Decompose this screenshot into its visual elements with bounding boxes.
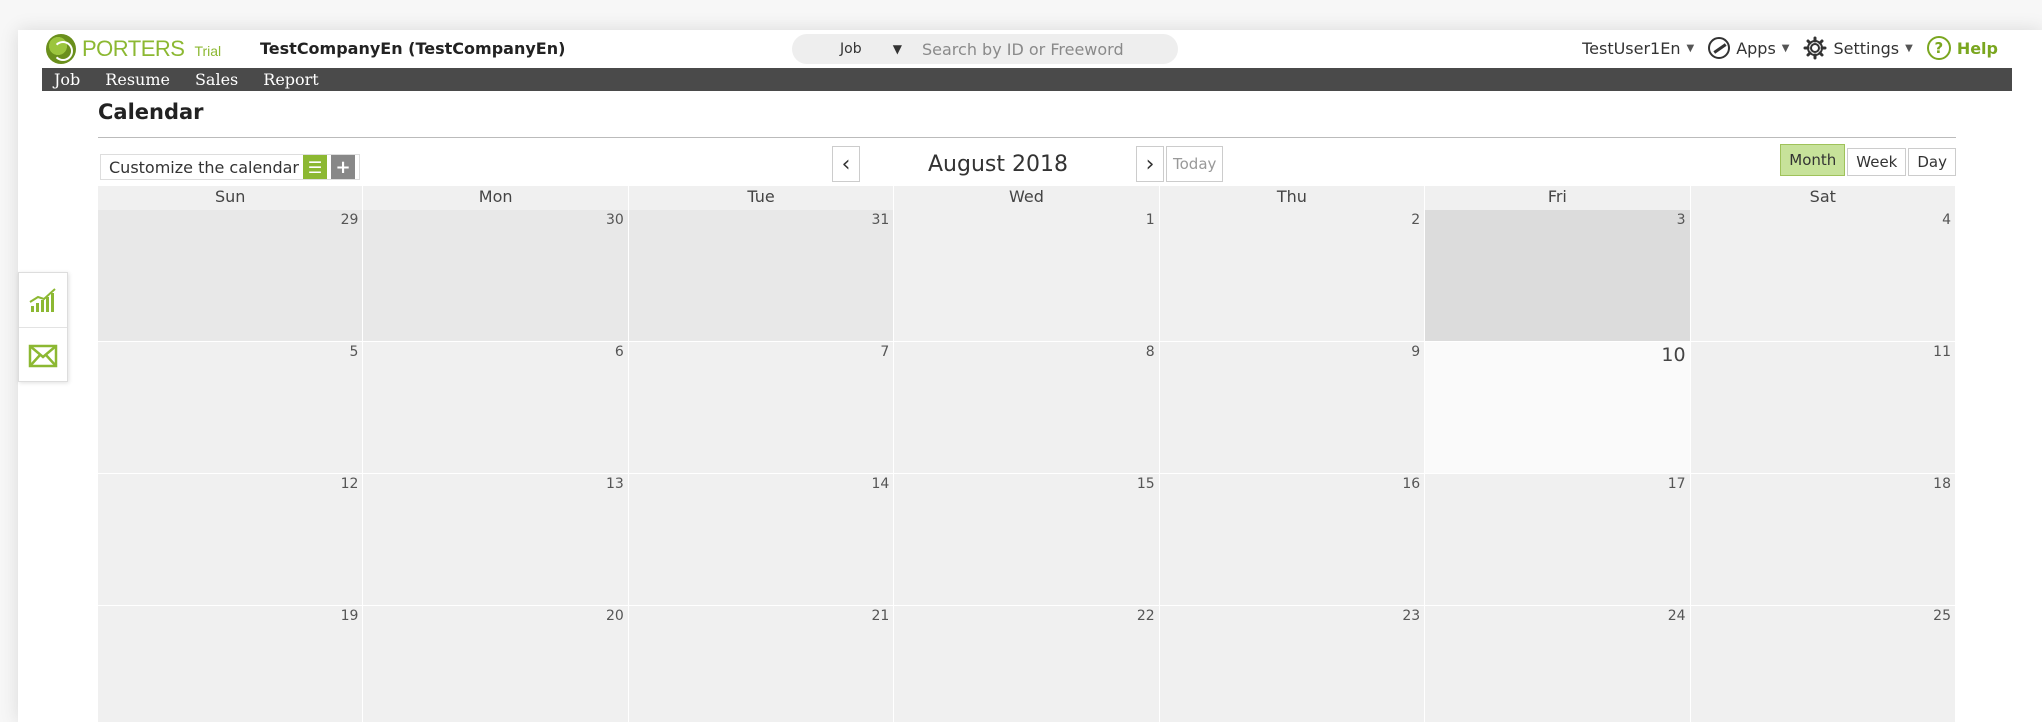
customize-calendar[interactable]: Customize the calendar ☰ + xyxy=(100,154,360,180)
calendar-day[interactable]: 25 xyxy=(1690,606,1956,722)
company-name: TestCompanyEn (TestCompanyEn) xyxy=(260,39,566,58)
top-header: PORTERS Trial TestCompanyEn (TestCompany… xyxy=(42,30,2012,68)
weekday-label: Mon xyxy=(363,186,629,210)
calendar-day[interactable]: 11 xyxy=(1690,342,1956,474)
gear-icon xyxy=(1803,36,1827,60)
month-view-button[interactable]: Month xyxy=(1780,144,1846,176)
trial-label: Trial xyxy=(194,43,222,59)
search-input[interactable] xyxy=(912,34,1178,64)
weekday-label: Sat xyxy=(1691,186,1956,210)
next-month-button[interactable]: › xyxy=(1136,146,1164,182)
analytics-button[interactable] xyxy=(19,273,67,328)
calendar-week: 5 6 7 8 9 10 11 xyxy=(98,342,1956,474)
calendar-day[interactable]: 5 xyxy=(98,342,364,474)
prev-month-button[interactable]: ‹ xyxy=(832,146,860,182)
calendar-day[interactable]: 29 xyxy=(98,210,364,342)
caret-down-icon: ▼ xyxy=(1905,42,1913,54)
help-link[interactable]: ? Help xyxy=(1926,36,1998,60)
customize-label: Customize the calendar xyxy=(109,157,299,177)
calendar-day[interactable]: 2 xyxy=(1159,210,1426,342)
today-button[interactable]: Today xyxy=(1166,146,1224,182)
search-type-select[interactable]: Job ▼ xyxy=(792,41,912,57)
calendar-day[interactable]: 16 xyxy=(1159,474,1426,606)
calendar-day[interactable]: 31 xyxy=(628,210,895,342)
week-view-button[interactable]: Week xyxy=(1847,148,1907,176)
logo[interactable]: PORTERS Trial xyxy=(46,34,221,64)
month-navigation: ‹ August 2018 › Today xyxy=(832,146,1224,182)
calendar-day[interactable]: 6 xyxy=(363,342,629,474)
month-label: August 2018 xyxy=(928,151,1068,177)
calendar-day[interactable]: 17 xyxy=(1425,474,1691,606)
calendar-grid: Sun Mon Tue Wed Thu Fri Sat 29 30 31 1 2… xyxy=(98,186,1956,722)
calendar-day[interactable]: 13 xyxy=(363,474,629,606)
mail-button[interactable] xyxy=(19,328,67,383)
settings-menu[interactable]: Settings ▼ xyxy=(1803,36,1913,60)
calendar-week: 19 20 21 22 23 24 25 xyxy=(98,606,1956,722)
weekday-label: Sun xyxy=(98,186,364,210)
calendar-week: 12 13 14 15 16 17 18 xyxy=(98,474,1956,606)
logo-text: PORTERS xyxy=(82,36,185,61)
nav-job[interactable]: Job xyxy=(54,70,80,89)
nav-sales[interactable]: Sales xyxy=(195,70,238,89)
apps-label: Apps xyxy=(1736,38,1776,58)
calendar-toolbar: Customize the calendar ☰ + ‹ August 2018… xyxy=(98,138,1956,186)
calendar-day[interactable]: 4 xyxy=(1690,210,1956,342)
calendar-day[interactable]: 20 xyxy=(363,606,629,722)
page-title: Calendar xyxy=(98,100,1956,138)
calendar-day[interactable]: 23 xyxy=(1159,606,1426,722)
calendar-day-today[interactable]: 10 xyxy=(1425,342,1691,474)
side-widget xyxy=(18,272,68,382)
calendar-day[interactable]: 14 xyxy=(628,474,895,606)
calendar-day[interactable]: 22 xyxy=(894,606,1160,722)
caret-down-icon: ▼ xyxy=(892,42,902,56)
calendar-day[interactable]: 24 xyxy=(1425,606,1691,722)
search-type-label: Job xyxy=(840,41,862,57)
caret-down-icon: ▼ xyxy=(1781,42,1790,54)
nav-resume[interactable]: Resume xyxy=(105,70,170,89)
weekday-label: Fri xyxy=(1425,186,1691,210)
weekday-label: Thu xyxy=(1160,186,1426,210)
weekday-label: Tue xyxy=(629,186,895,210)
calendar-week: 29 30 31 1 2 3 4 xyxy=(98,210,1956,342)
search-bar: Job ▼ xyxy=(792,34,1178,64)
main-nav: Job Resume Sales Report xyxy=(42,68,2012,91)
user-dropdown[interactable]: TestUser1En ▼ xyxy=(1582,39,1694,58)
apps-menu[interactable]: Apps ▼ xyxy=(1708,37,1789,59)
calendar-day[interactable]: 7 xyxy=(628,342,895,474)
calendar-day[interactable]: 19 xyxy=(98,606,364,722)
settings-label: Settings xyxy=(1833,38,1900,58)
chevron-left-icon: ‹ xyxy=(841,151,851,177)
calendar-content: Calendar Customize the calendar ☰ + ‹ Au… xyxy=(98,100,1956,722)
calendar-day[interactable]: 30 xyxy=(363,210,629,342)
caret-down-icon: ▼ xyxy=(1686,42,1695,54)
calendar-day[interactable]: 3 xyxy=(1425,210,1691,342)
calendar-day[interactable]: 9 xyxy=(1159,342,1426,474)
user-name: TestUser1En xyxy=(1582,38,1681,58)
calendar-day[interactable]: 12 xyxy=(98,474,364,606)
calendar-day[interactable]: 15 xyxy=(894,474,1160,606)
user-menu: TestUser1En ▼ Apps ▼ Settings ▼ ? Help xyxy=(1568,36,1998,60)
chevron-right-icon: › xyxy=(1145,151,1155,177)
day-view-button[interactable]: Day xyxy=(1908,148,1956,176)
help-label: Help xyxy=(1956,38,1998,58)
apps-icon xyxy=(1708,37,1731,59)
list-icon[interactable]: ☰ xyxy=(302,155,327,179)
view-switcher: Month Week Day xyxy=(1778,144,1956,176)
calendar-day[interactable]: 1 xyxy=(894,210,1160,342)
plus-icon[interactable]: + xyxy=(330,155,355,179)
mail-icon xyxy=(28,344,58,367)
calendar-day[interactable]: 18 xyxy=(1690,474,1956,606)
calendar-day[interactable]: 21 xyxy=(628,606,895,722)
calendar-day[interactable]: 8 xyxy=(894,342,1160,474)
help-icon: ? xyxy=(1926,36,1951,60)
nav-report[interactable]: Report xyxy=(263,70,318,89)
weekday-label: Wed xyxy=(894,186,1160,210)
weekday-header: Sun Mon Tue Wed Thu Fri Sat xyxy=(98,186,1956,210)
chart-icon xyxy=(29,288,56,312)
porters-logo-icon xyxy=(46,34,76,64)
